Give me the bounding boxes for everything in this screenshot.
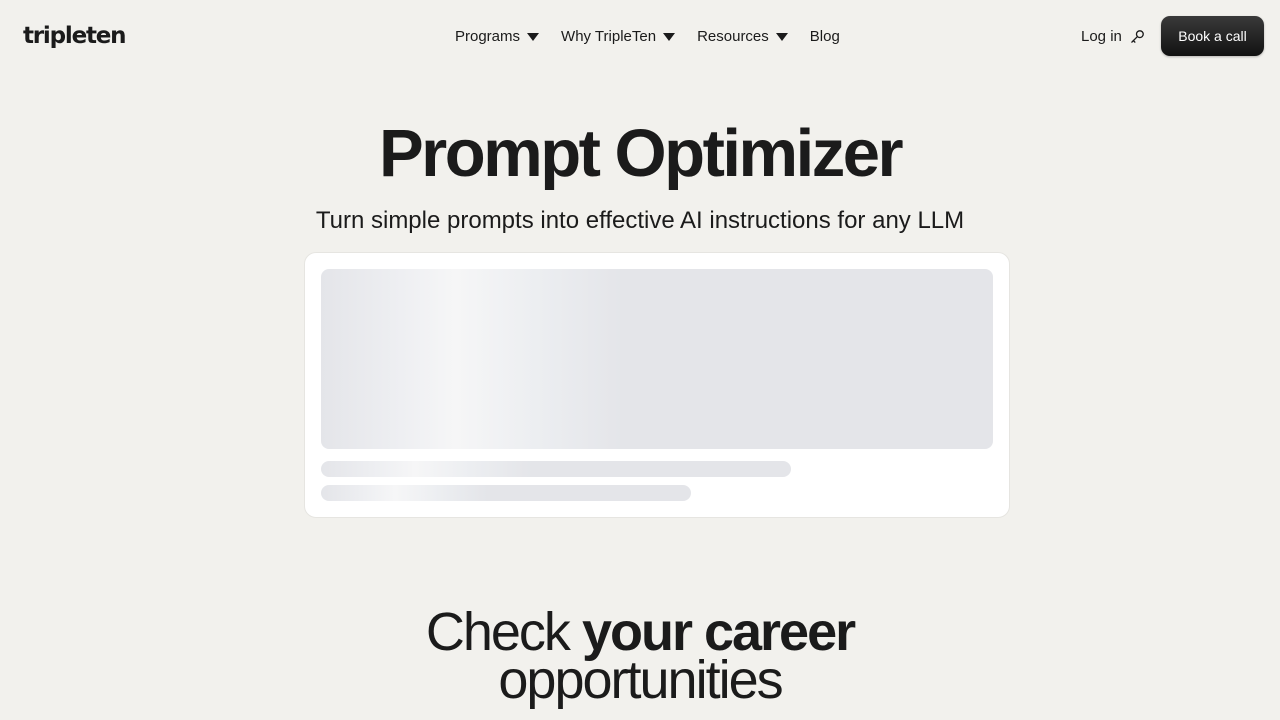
nav-blog[interactable]: Blog	[810, 28, 840, 45]
book-a-call-button[interactable]: Book a call	[1161, 16, 1264, 56]
site-header: tripleten Programs Why TripleTen Resourc…	[0, 0, 1280, 72]
skeleton-textarea	[321, 269, 993, 449]
caret-down-icon	[527, 32, 540, 41]
skeleton-line	[321, 485, 691, 501]
career-heading-line-2: opportunities	[498, 650, 783, 710]
caret-down-icon	[663, 32, 676, 41]
nav-why-tripleten[interactable]: Why TripleTen	[561, 27, 676, 45]
nav-why-tripleten-label: Why TripleTen	[561, 27, 657, 45]
key-icon	[1131, 29, 1144, 43]
main-nav: Programs Why TripleTen Resources Blog	[455, 24, 840, 48]
page: tripleten Programs Why TripleTen Resourc…	[0, 0, 1280, 720]
nav-blog-label: Blog	[809, 27, 840, 45]
nav-programs-label: Programs	[455, 27, 521, 45]
caret-down-icon	[775, 32, 788, 41]
skeleton-line	[321, 461, 791, 477]
login-link[interactable]: Log in	[1081, 24, 1145, 48]
page-title: Prompt Optimizer	[378, 116, 904, 191]
nav-programs[interactable]: Programs	[455, 27, 540, 45]
logo[interactable]: tripleten	[23, 21, 127, 51]
nav-resources[interactable]: Resources	[697, 28, 788, 45]
career-heading-line-1: Check your career	[0, 605, 1280, 659]
career-heading: Check your career opportunities	[0, 605, 1280, 710]
nav-resources-label: Resources	[697, 27, 769, 45]
prompt-optimizer-widget-loading	[304, 252, 1010, 518]
login-label: Log in	[1081, 27, 1122, 45]
page-subtitle: Turn simple prompts into effective AI in…	[315, 207, 965, 234]
